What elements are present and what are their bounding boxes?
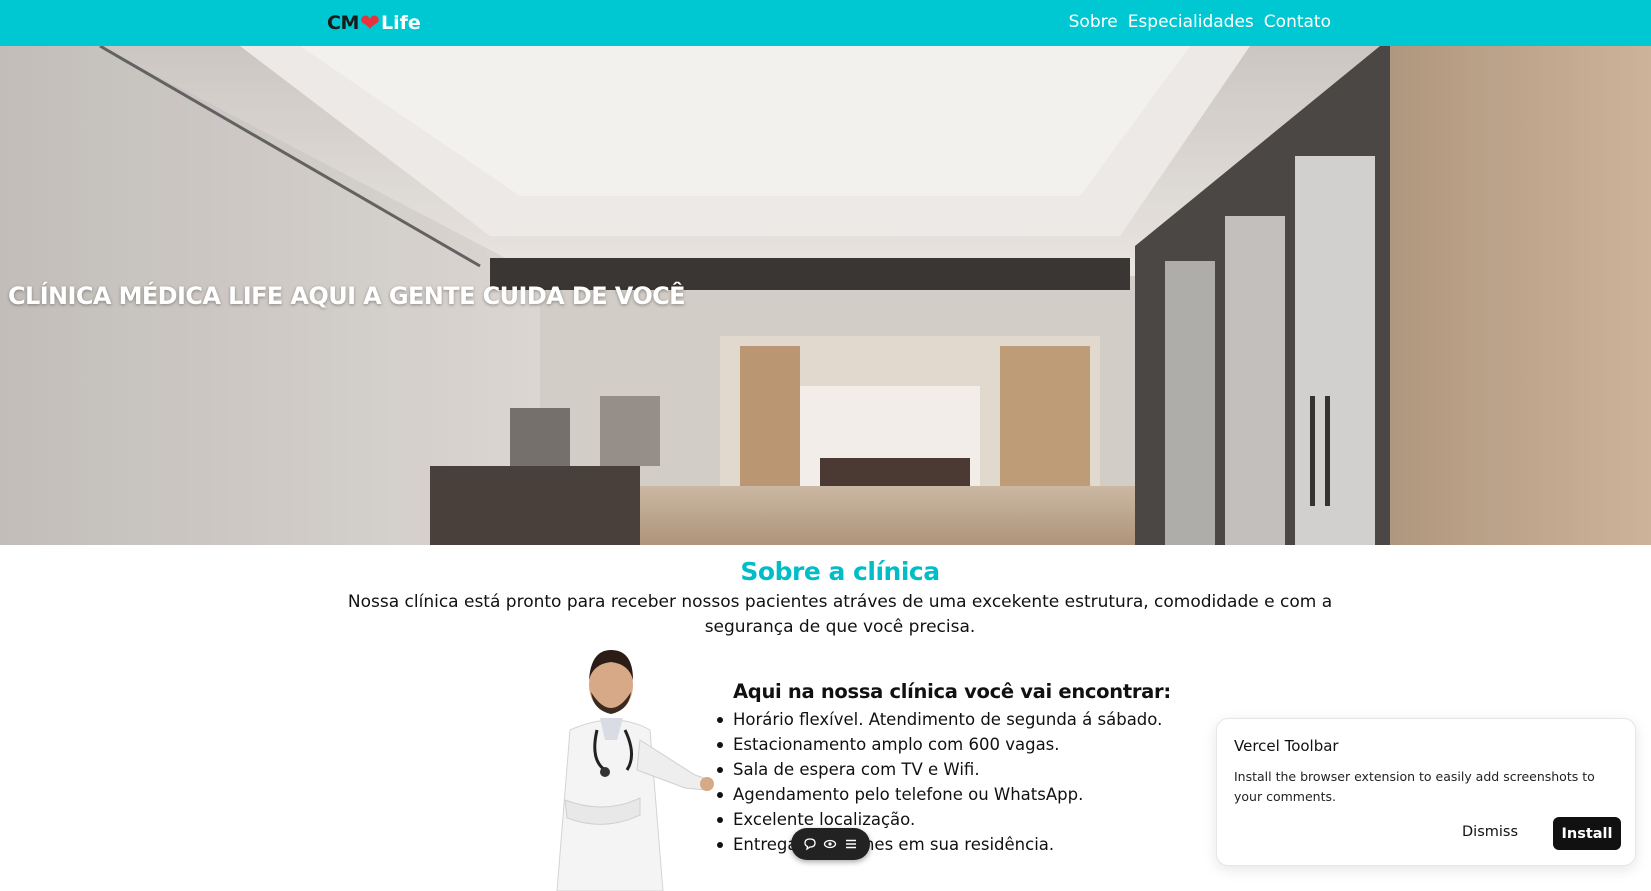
list-item: Agendamento pelo telefone ou WhatsApp. <box>716 782 1162 807</box>
features-title: Aqui na nossa clínica você vai encontrar… <box>733 680 1171 703</box>
menu-icon[interactable] <box>843 836 859 852</box>
toast-body: Install the browser extension to easily … <box>1234 769 1595 804</box>
comment-icon[interactable] <box>802 836 818 852</box>
main-nav: Sobre Especialidades Contato <box>1069 12 1331 32</box>
hero-title: CLÍNICA MÉDICA LIFE AQUI A GENTE CUIDA D… <box>8 282 686 310</box>
toast-title: Vercel Toolbar <box>1234 737 1339 755</box>
doctor-image <box>556 650 714 891</box>
about-description: Nossa clínica está pronto para receber n… <box>347 592 1333 637</box>
dismiss-button[interactable]: Dismiss <box>1462 816 1518 848</box>
nav-link-especialidades[interactable]: Especialidades <box>1128 12 1254 32</box>
logo-life-text: Life <box>380 12 421 34</box>
eye-icon[interactable] <box>822 836 838 852</box>
install-button[interactable]: Install <box>1553 817 1621 850</box>
list-item: Horário flexível. Atendimento de segunda… <box>716 707 1162 732</box>
vercel-toolbar-pill[interactable] <box>791 828 870 860</box>
heart-icon: ❤ <box>359 9 380 37</box>
nav-link-sobre[interactable]: Sobre <box>1069 12 1118 32</box>
list-item: Excelente localização. <box>716 807 1162 832</box>
site-header: CM ❤ Life Sobre Especialidades Contato <box>0 0 1651 46</box>
about-title: Sobre a clínica <box>740 557 940 586</box>
nav-link-contato[interactable]: Contato <box>1264 12 1331 32</box>
list-item: Sala de espera com TV e Wifi. <box>716 757 1162 782</box>
hero-banner: CLÍNICA MÉDICA LIFE AQUI A GENTE CUIDA D… <box>0 46 1651 545</box>
logo[interactable]: CM ❤ Life <box>327 9 421 37</box>
logo-cm-text: CM <box>327 12 359 34</box>
list-item: Estacionamento amplo com 600 vagas. <box>716 732 1162 757</box>
